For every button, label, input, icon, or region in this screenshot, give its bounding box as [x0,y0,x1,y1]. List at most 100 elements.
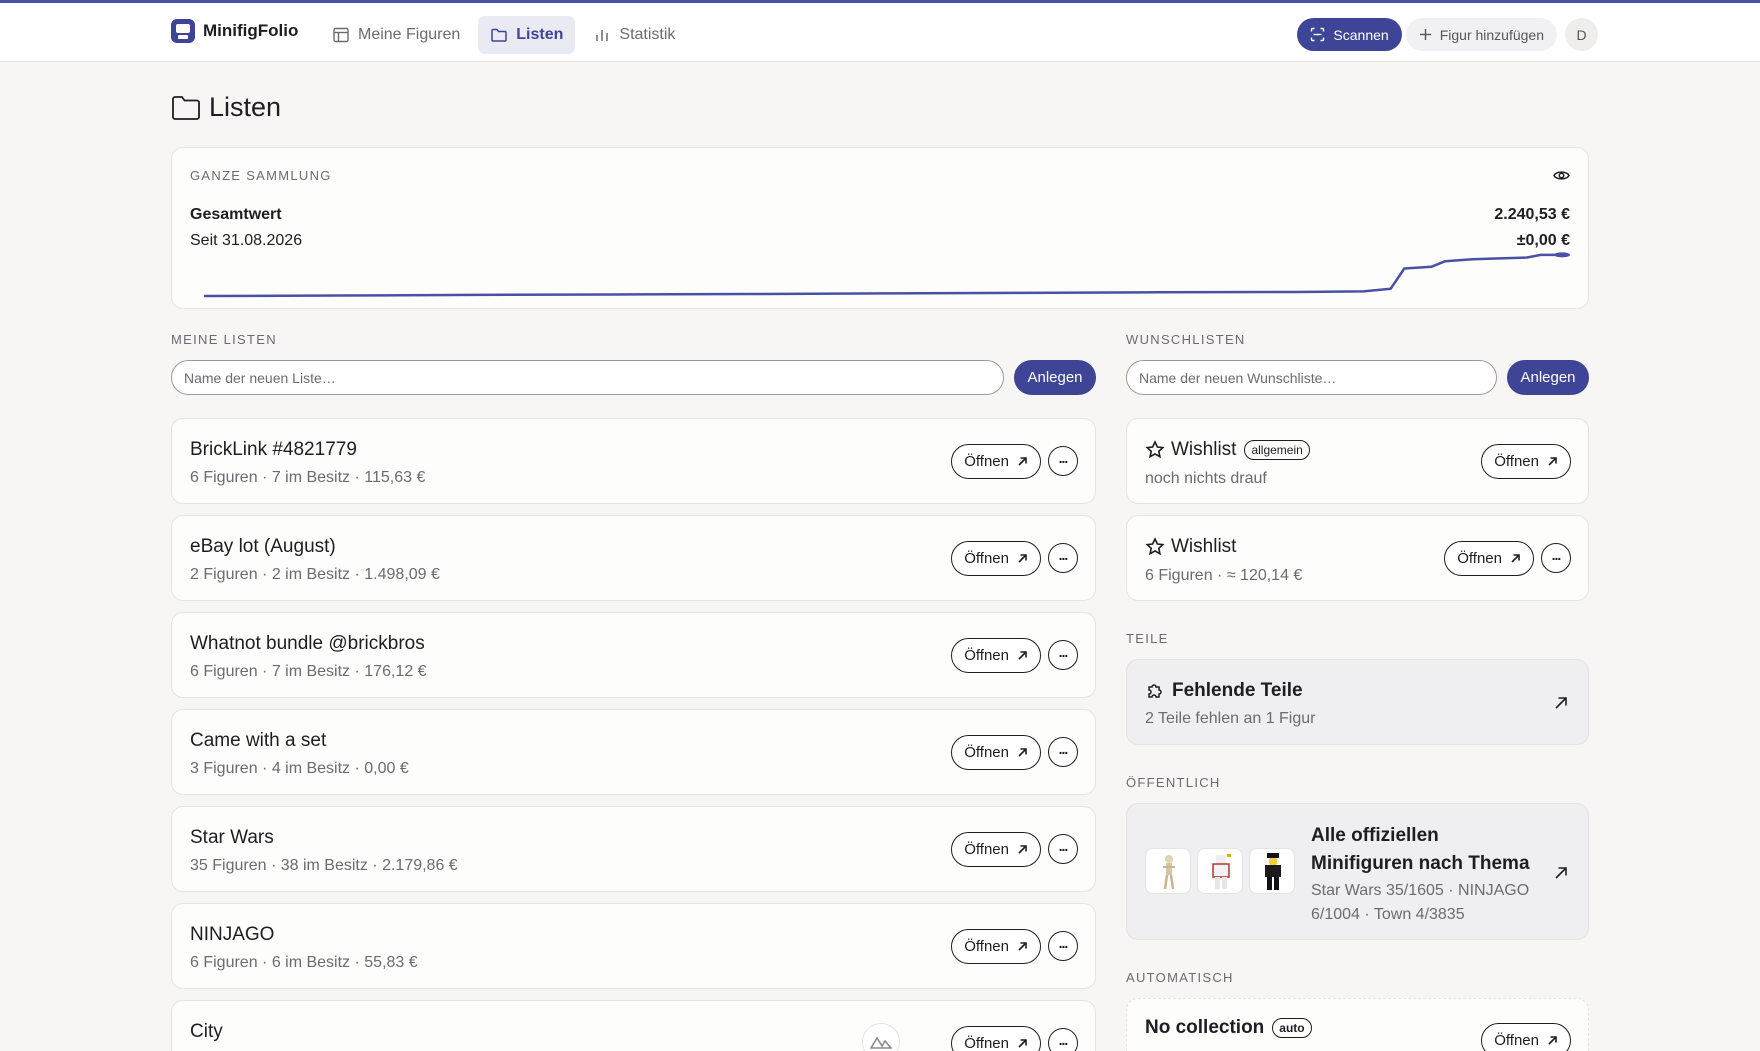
ellipsis-icon: ... [1058,644,1069,660]
collection-value-line [203,253,1568,298]
list-subtitle: 3 Figuren · 4 im Besitz · 0,00 € [190,760,409,777]
more-options-button[interactable]: ... [1048,1028,1078,1051]
nav-item-listen[interactable]: Listen [478,16,576,54]
wishlist-title: Wishlist [1171,439,1237,460]
scan-button-label: Scannen [1333,26,1389,43]
wishlist-card[interactable]: Wishlist allgemein noch nichts drauf Öff… [1126,418,1589,504]
open-button[interactable]: Öffnen [951,638,1041,673]
open-button[interactable]: Öffnen [1444,541,1534,576]
brand-name: MinifigFolio [203,21,299,40]
nav-item-label: Statistik [619,26,676,43]
collection-value-chart [203,252,1570,298]
arrow-up-right-icon [1511,554,1520,563]
top-navigation-bar: MinifigFolio Meine Figuren Listen Statis… [0,0,1760,62]
open-button-label: Öffnen [964,938,1009,955]
minifig-thumbnail [1197,848,1243,894]
open-button[interactable]: Öffnen [1481,444,1571,479]
public-list-subtitle: Star Wars 35/1605 · NINJAGO 6/1004 · Tow… [1311,882,1530,923]
arrow-up-right-icon [1018,457,1027,466]
minifig-logo-icon [171,19,195,43]
more-options-button[interactable]: ... [1541,543,1571,573]
public-list-title: Alle offiziellen Minifiguren nach Thema [1311,825,1530,874]
more-options-button[interactable]: ... [1048,931,1078,961]
list-card[interactable]: Came with a set 3 Figuren · 4 im Besitz ·… [171,709,1096,795]
open-button-label: Öffnen [964,1035,1009,1051]
public-caption: ÖFFENTLICH [1126,775,1221,790]
table-icon [333,27,349,43]
no-collection-card[interactable]: No collection auto Öffnen [1126,998,1589,1051]
mountain-icon [870,1036,892,1049]
user-avatar[interactable]: D [1565,18,1598,51]
more-options-button[interactable]: ... [1048,543,1078,573]
open-button[interactable]: Öffnen [1481,1023,1571,1051]
open-button[interactable]: Öffnen [951,444,1041,479]
minifig-thumbnail [1249,848,1295,894]
missing-parts-title-row: Fehlende Teile [1145,680,1303,702]
my-lists-caption: MEINE LISTEN [171,332,277,347]
scan-button[interactable]: Scannen [1297,18,1402,51]
public-minifigures-card[interactable]: Alle offiziellen Minifiguren nach Thema … [1126,803,1589,940]
list-card[interactable]: BrickLink #4821779 6 Figuren · 7 im Besit… [171,418,1096,504]
list-title: Star Wars [190,827,274,848]
add-figure-button[interactable]: Figur hinzufügen [1405,18,1557,51]
no-collection-title: No collection [1145,1017,1265,1038]
main-nav: Meine Figuren Listen Statistik [320,16,687,54]
open-button[interactable]: Öffnen [951,1026,1041,1051]
eye-icon[interactable] [1553,167,1570,184]
wishlist-subtitle: 6 Figuren · ≈ 120,14 € [1145,567,1303,584]
collection-title: Gesamtwert [190,206,282,223]
open-button-label: Öffnen [964,647,1009,664]
bar-chart-icon [596,30,609,41]
list-card[interactable]: Whatnot bundle @brickbros 6 Figuren · 7 i… [171,612,1096,698]
arrow-up-right-icon [1555,867,1567,879]
scan-icon [1311,27,1325,42]
collection-total-value: 2.240,53 € [1494,206,1570,223]
open-button-label: Öffnen [964,841,1009,858]
wishlist-card[interactable]: Wishlist 6 Figuren · ≈ 120,14 € Öffnen .… [1126,515,1589,601]
open-button[interactable]: Öffnen [951,929,1041,964]
ellipsis-icon: ... [1058,1032,1069,1048]
star-icon [1145,440,1165,459]
list-subtitle: 2 Figuren · 2 im Besitz · 1.498,09 € [190,566,440,583]
new-list-name-input[interactable] [171,360,1004,395]
nav-item-meine-figuren[interactable]: Meine Figuren [320,16,472,54]
add-figure-button-label: Figur hinzufügen [1439,26,1544,43]
arrow-up-right-icon [1018,1039,1027,1048]
list-title: BrickLink #4821779 [190,439,357,460]
puzzle-icon [1148,683,1162,698]
list-title: Came with a set [190,730,327,751]
open-button[interactable]: Öffnen [951,541,1041,576]
more-options-button[interactable]: ... [1048,834,1078,864]
list-card[interactable]: City4 Figuren · 4 im Besitz · 1,84 €Öffn… [171,1000,1096,1051]
parts-caption: TEILE [1126,631,1169,646]
ellipsis-icon: ... [1058,450,1069,466]
collection-value-endpoint [1554,252,1570,258]
open-button[interactable]: Öffnen [951,735,1041,770]
missing-parts-subtitle: 2 Teile fehlen an 1 Figur [1145,710,1316,727]
more-options-button[interactable]: ... [1048,640,1078,670]
page-heading: Listen [209,92,282,122]
new-wishlist-name-input[interactable] [1126,360,1497,395]
list-subtitle: 6 Figuren · 6 im Besitz · 55,83 € [190,954,418,971]
list-card[interactable]: NINJAGO 6 Figuren · 6 im Besitz · 55,83 €… [171,903,1096,989]
ellipsis-icon: ... [1551,547,1562,563]
open-button[interactable]: Öffnen [951,832,1041,867]
missing-parts-card[interactable]: Fehlende Teile 2 Teile fehlen an 1 Figur [1126,659,1589,745]
collection-caption: GANZE SAMMLUNG [190,168,332,183]
wishlist-subtitle: noch nichts drauf [1145,470,1267,487]
open-button-label: Öffnen [964,453,1009,470]
list-card[interactable]: eBay lot (August) 2 Figuren · 2 im Besitz… [171,515,1096,601]
open-button-label: Öffnen [964,744,1009,761]
more-options-button[interactable]: ... [1048,446,1078,476]
brand[interactable]: MinifigFolio [171,19,298,43]
create-list-button[interactable]: Anlegen [1014,360,1096,395]
list-card[interactable]: Star Wars 35 Figuren · 38 im Besitz · 2.1… [171,806,1096,892]
ellipsis-icon: ... [1058,838,1069,854]
page-title: Listen [171,92,281,123]
nav-item-statistik[interactable]: Statistik [581,16,687,54]
nav-item-label: Listen [516,26,564,43]
new-wishlist-form: Anlegen [1126,360,1589,395]
create-wishlist-button[interactable]: Anlegen [1507,360,1589,395]
more-options-button[interactable]: ... [1048,737,1078,767]
nav-item-label: Meine Figuren [358,26,461,43]
